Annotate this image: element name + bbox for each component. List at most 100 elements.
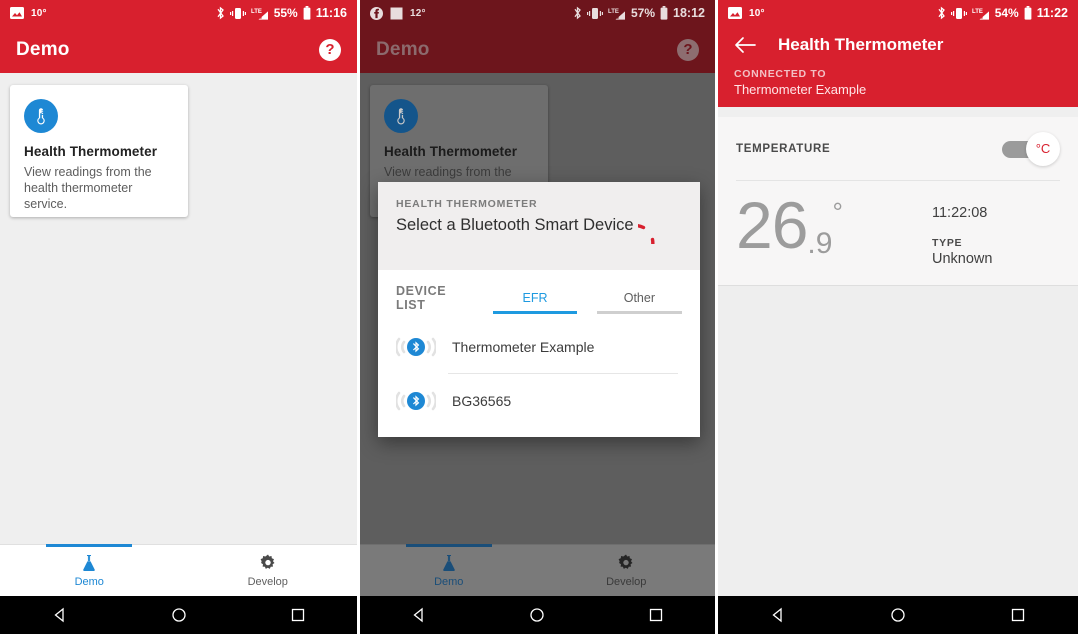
nav-label-demo: Demo bbox=[434, 576, 464, 588]
svg-text:LTE: LTE bbox=[251, 9, 262, 15]
screenshot-root: 10° LTE 55% 11:16 Demo ? Health Thermome… bbox=[0, 0, 1078, 634]
recents-square-icon[interactable] bbox=[1010, 607, 1026, 623]
active-tab-indicator bbox=[46, 544, 133, 547]
page-title: Health Thermometer bbox=[778, 35, 944, 54]
unit-toggle[interactable]: °C bbox=[1002, 131, 1060, 166]
tab-other-label: Other bbox=[623, 291, 655, 305]
svg-text:LTE: LTE bbox=[608, 9, 619, 15]
image-icon bbox=[10, 7, 24, 19]
bluetooth-device-icon bbox=[396, 388, 436, 414]
system-navigation-bar bbox=[0, 596, 357, 634]
demo-card-health-thermometer[interactable]: Health Thermometer View readings from th… bbox=[10, 85, 188, 217]
vibrate-icon bbox=[229, 7, 246, 20]
image-icon bbox=[728, 7, 742, 19]
dialog-tabs: DEVICE LIST EFR Other bbox=[378, 270, 700, 320]
gear-icon bbox=[258, 553, 278, 573]
home-circle-icon[interactable] bbox=[171, 607, 187, 623]
facebook-icon bbox=[370, 6, 383, 20]
card-description: View readings from the health thermomete… bbox=[24, 165, 152, 211]
device-list-label: DEVICE LIST bbox=[396, 284, 447, 312]
battery-percent: 54% bbox=[994, 6, 1019, 20]
device-picker-dialog: HEALTH THERMOMETER Select a Bluetooth Sm… bbox=[378, 182, 700, 437]
tab-efr-indicator bbox=[493, 311, 577, 314]
recents-square-icon[interactable] bbox=[290, 607, 306, 623]
device-name: BG36565 bbox=[452, 392, 512, 409]
nav-label-demo: Demo bbox=[74, 576, 104, 588]
battery-icon bbox=[1024, 6, 1032, 20]
status-clock: 11:16 bbox=[315, 6, 347, 20]
connected-label: CONNECTED TO bbox=[734, 68, 827, 80]
phone-screen-device-picker: 12° LTE 57% 18:12 Demo ? Health Thermome… bbox=[360, 0, 715, 634]
tab-other[interactable]: Other bbox=[596, 291, 682, 320]
status-temperature: 10° bbox=[31, 7, 47, 19]
app-bar: Health Thermometer CONNECTED TO Thermome… bbox=[718, 26, 1078, 107]
reading-metadata: 11:22:08 TYPE Unknown bbox=[932, 195, 1060, 267]
bottom-navigation: Demo Develop bbox=[0, 544, 357, 596]
flask-icon bbox=[439, 553, 459, 573]
phone-screen-thermometer-detail: 10° LTE 54% 11:22 Health Thermometer CON… bbox=[718, 0, 1078, 634]
bluetooth-icon bbox=[573, 6, 582, 20]
status-clock: 18:12 bbox=[673, 6, 705, 20]
system-navigation-bar bbox=[718, 596, 1078, 634]
status-bar: 10° LTE 55% 11:16 bbox=[0, 0, 357, 26]
white-square-icon bbox=[390, 7, 403, 20]
nav-item-demo: Demo bbox=[360, 544, 538, 596]
temperature-whole: 26 bbox=[736, 188, 808, 262]
bluetooth-device-icon bbox=[396, 334, 436, 360]
home-circle-icon[interactable] bbox=[890, 607, 906, 623]
bluetooth-icon bbox=[937, 6, 946, 20]
temperature-reading: 26 .9 ° bbox=[736, 188, 932, 267]
toggle-thumb-unit: °C bbox=[1026, 131, 1060, 166]
nav-item-demo[interactable]: Demo bbox=[0, 544, 179, 596]
temperature-section-label: TEMPERATURE bbox=[736, 142, 831, 155]
tab-efr[interactable]: EFR bbox=[493, 291, 577, 320]
nav-item-develop[interactable]: Develop bbox=[179, 545, 358, 596]
temperature-reading-row: 26 .9 ° 11:22:08 TYPE Unknown bbox=[718, 181, 1078, 285]
status-clock: 11:22 bbox=[1036, 6, 1068, 20]
device-list: Thermometer Example BG36565 bbox=[378, 320, 700, 437]
tab-other-indicator bbox=[596, 311, 682, 314]
status-temperature: 10° bbox=[749, 7, 765, 19]
lte-signal-icon: LTE bbox=[251, 7, 269, 20]
temperature-fraction: .9 bbox=[807, 227, 833, 260]
help-icon[interactable]: ? bbox=[677, 38, 699, 61]
list-item[interactable]: BG36565 bbox=[378, 374, 700, 427]
bottom-navigation: Demo Develop bbox=[360, 544, 715, 596]
device-name: Thermometer Example bbox=[452, 338, 595, 355]
recents-square-icon[interactable] bbox=[648, 607, 664, 623]
demo-list-body: Health Thermometer View readings from th… bbox=[0, 73, 357, 570]
flask-icon bbox=[79, 553, 99, 573]
status-temperature: 12° bbox=[410, 7, 426, 19]
connected-device-name: Thermometer Example bbox=[734, 82, 867, 97]
battery-icon bbox=[303, 6, 311, 20]
back-arrow-icon[interactable] bbox=[734, 36, 756, 54]
lte-signal-icon: LTE bbox=[608, 7, 626, 20]
gear-icon bbox=[616, 553, 636, 573]
app-bar: Demo ? bbox=[360, 26, 715, 73]
battery-percent: 57% bbox=[630, 6, 656, 20]
lte-signal-icon: LTE bbox=[972, 7, 990, 20]
type-value: Unknown bbox=[932, 251, 993, 267]
list-item[interactable]: Thermometer Example bbox=[378, 320, 700, 373]
degree-symbol: ° bbox=[832, 197, 843, 227]
card-title: Health Thermometer bbox=[24, 144, 158, 159]
bluetooth-icon bbox=[216, 6, 225, 20]
help-icon[interactable]: ? bbox=[319, 38, 341, 61]
back-triangle-icon[interactable] bbox=[52, 607, 68, 623]
type-label: TYPE bbox=[932, 237, 963, 249]
thermometer-icon bbox=[24, 99, 58, 133]
status-bar: 12° LTE 57% 18:12 bbox=[360, 0, 715, 26]
active-tab-indicator bbox=[405, 544, 492, 547]
svg-text:LTE: LTE bbox=[972, 9, 983, 15]
back-triangle-icon[interactable] bbox=[411, 607, 427, 623]
page-title: Demo bbox=[376, 38, 430, 60]
dialog-header: HEALTH THERMOMETER Select a Bluetooth Sm… bbox=[378, 182, 700, 270]
home-circle-icon[interactable] bbox=[529, 607, 545, 623]
nav-label-develop: Develop bbox=[606, 576, 647, 588]
loading-spinner-icon bbox=[638, 204, 678, 244]
system-navigation-bar bbox=[360, 596, 715, 634]
vibrate-icon bbox=[586, 7, 603, 20]
temperature-card: TEMPERATURE °C 26 .9 ° 11:22:08 TYPE Unk… bbox=[718, 117, 1078, 286]
battery-percent: 55% bbox=[273, 6, 298, 20]
back-triangle-icon[interactable] bbox=[770, 607, 786, 623]
